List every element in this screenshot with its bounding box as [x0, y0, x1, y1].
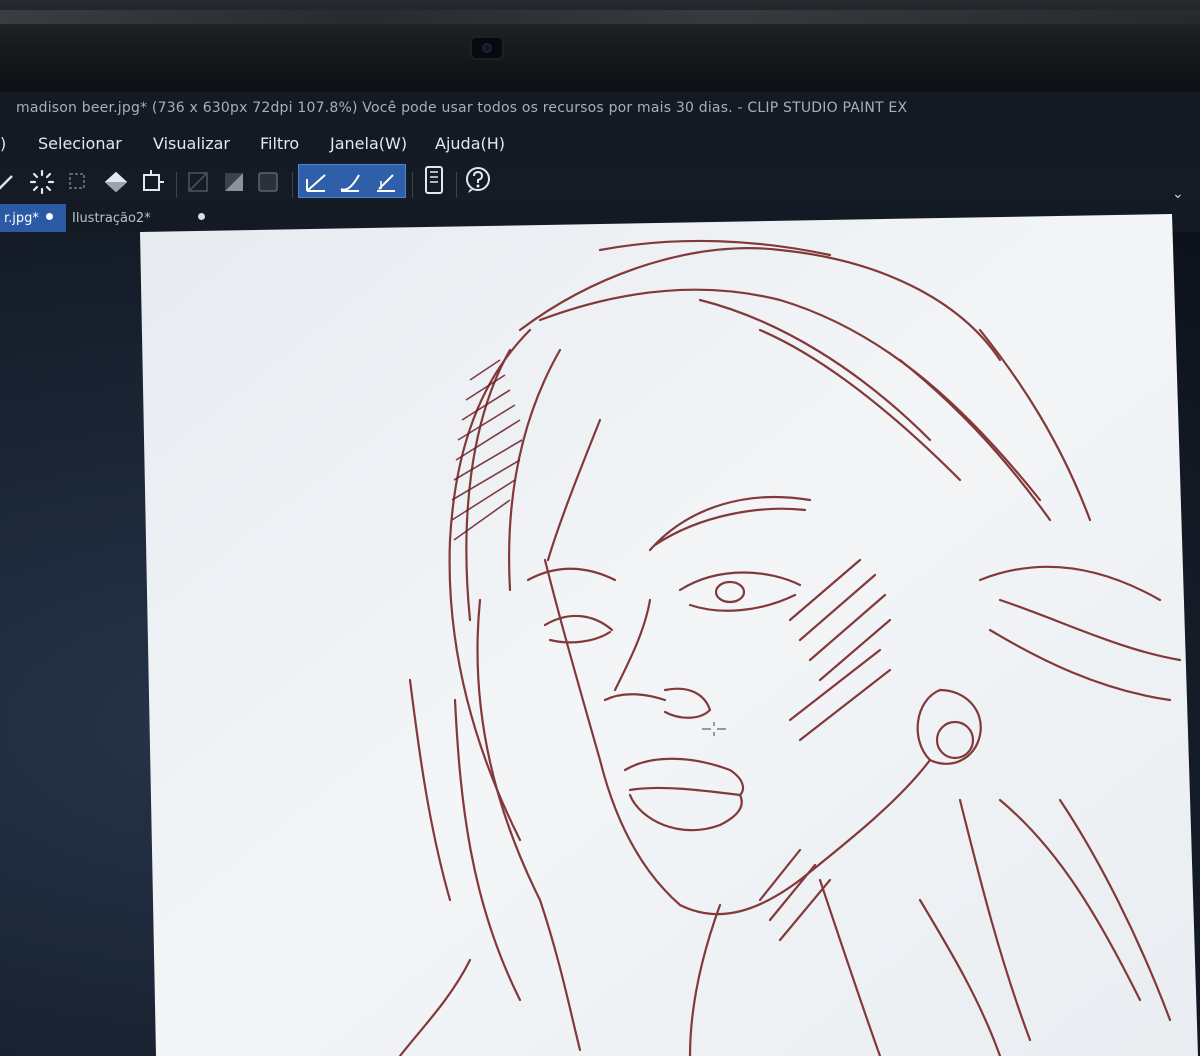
crosshair-cursor-icon [702, 722, 726, 736]
drawing-canvas[interactable] [0, 0, 1200, 1056]
